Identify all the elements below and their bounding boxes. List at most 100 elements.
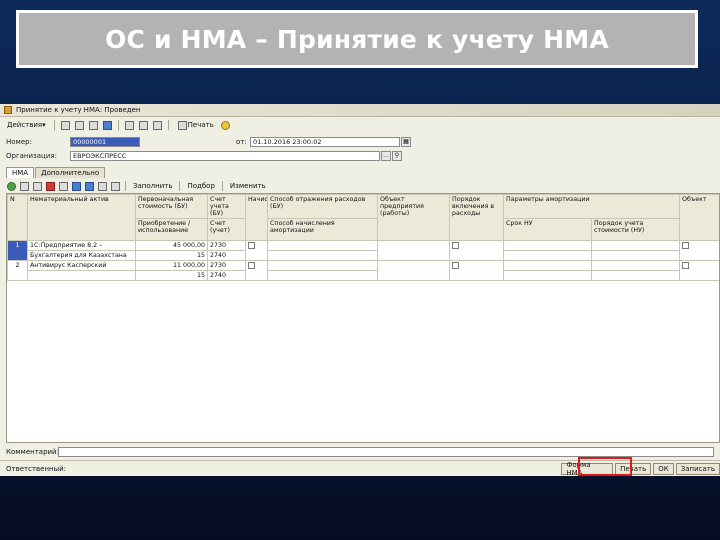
col-expense-method[interactable]: Способ отражения расходов (БУ) xyxy=(267,194,378,219)
cell-account[interactable]: 2730 xyxy=(207,260,246,271)
table-row[interactable]: Бухгалтерия для Казахстана 15 2740 xyxy=(8,250,720,261)
cell-name[interactable]: 1С:Предприятие 8.2 – xyxy=(27,240,136,251)
col-n[interactable]: N xyxy=(7,194,28,241)
report-icon[interactable] xyxy=(152,120,162,130)
cell-name[interactable]: Антивирус Касперский xyxy=(27,260,136,271)
calendar-icon[interactable]: ▦ xyxy=(401,136,411,147)
cell-amort3[interactable] xyxy=(503,270,592,281)
add-icon[interactable] xyxy=(7,181,16,191)
col-object2[interactable]: Объект xyxy=(679,194,719,241)
col-amort-method[interactable]: Способ начисления амортизации xyxy=(267,218,378,241)
cell-cost[interactable]: 45 000,00 xyxy=(135,240,208,251)
cell-accrue[interactable] xyxy=(245,240,268,261)
printer-icon xyxy=(177,120,187,130)
tab-additional[interactable]: Дополнительно xyxy=(35,167,106,178)
col-term-nu[interactable]: Срок НУ xyxy=(503,218,592,241)
ok-button[interactable]: ОК xyxy=(653,462,674,475)
actions-menu-button[interactable]: Действия ▾ xyxy=(4,120,49,131)
table-row[interactable]: 1 1С:Предприятие 8.2 – 45 000,00 2730 xyxy=(7,240,719,261)
change-button[interactable]: Изменить xyxy=(227,181,269,192)
cell-amort4[interactable] xyxy=(590,250,681,261)
fill-button[interactable]: Заполнить xyxy=(130,181,175,192)
move-down-icon[interactable] xyxy=(85,181,94,191)
cell-object2[interactable] xyxy=(679,260,719,281)
save-icon[interactable] xyxy=(60,120,70,130)
cell-amort4[interactable] xyxy=(590,270,681,281)
window-title: Принятие к учету НМА: Проведен xyxy=(16,106,141,114)
toolbar-separator xyxy=(53,120,55,130)
row-number: 2 xyxy=(7,260,28,281)
structure-icon[interactable] xyxy=(124,120,134,130)
dt-kt-icon[interactable] xyxy=(138,120,148,130)
cell-amort3[interactable] xyxy=(503,250,592,261)
cell-object[interactable] xyxy=(377,240,450,261)
window-titlebar: Принятие к учету НМА: Проведен xyxy=(0,104,720,117)
cell-account2[interactable]: 2740 xyxy=(207,270,246,281)
delete-icon[interactable] xyxy=(46,181,55,191)
toolbar-separator xyxy=(167,120,169,130)
cell-name2[interactable] xyxy=(27,270,136,281)
col-cost-order-nu[interactable]: Порядок учета стоимости (НУ) xyxy=(590,218,681,241)
cell-amort1[interactable] xyxy=(503,240,592,251)
post-icon[interactable] xyxy=(102,120,112,130)
cell-cost2[interactable]: 15 xyxy=(135,270,208,281)
print-icon[interactable] xyxy=(74,120,84,130)
organization-input[interactable]: ЕВРОЭКСПРЕСС xyxy=(70,150,380,161)
col-amortization[interactable]: Параметры амортизации xyxy=(502,194,681,219)
comment-input[interactable] xyxy=(58,446,714,457)
checkbox[interactable] xyxy=(248,262,255,269)
col-account2[interactable]: Счет (учет) xyxy=(207,218,246,241)
copy-icon[interactable] xyxy=(88,120,98,130)
move-up-icon[interactable] xyxy=(72,181,81,191)
table-header-row: N Нематериальный актив Первоначальная ст… xyxy=(7,194,719,241)
checkbox[interactable] xyxy=(682,262,690,269)
col-acquisition[interactable]: Приобретение / использование xyxy=(135,218,208,241)
cell-name2[interactable]: Бухгалтерия для Казахстана xyxy=(27,250,136,261)
sort-asc-icon[interactable] xyxy=(98,181,107,191)
end-edit-icon[interactable] xyxy=(59,181,68,191)
col-object[interactable]: Объект предприятия (работы) xyxy=(377,194,450,241)
cell-expense[interactable] xyxy=(267,260,378,271)
cell-inclusion[interactable] xyxy=(449,260,504,281)
cell-amort2[interactable] xyxy=(590,260,681,271)
col-cost[interactable]: Первоначальная стоимость (БУ) xyxy=(135,194,208,219)
slide-title-box: ОС и НМА – Принятие к учету НМА xyxy=(16,10,698,68)
cell-expense[interactable] xyxy=(267,240,378,251)
edit-icon[interactable] xyxy=(33,181,42,191)
tab-nma[interactable]: НМА xyxy=(6,167,35,178)
cell-amort2[interactable] xyxy=(590,240,681,251)
cell-amort1[interactable] xyxy=(503,260,592,271)
cell-cost[interactable]: 11 000,00 xyxy=(135,260,208,271)
table-row[interactable]: 2 Антивирус Касперский 11 000,00 2730 xyxy=(7,260,719,281)
checkbox[interactable] xyxy=(452,262,459,269)
date-input[interactable]: 01.10.2016 23:00:02 xyxy=(250,136,400,147)
cell-expense2[interactable] xyxy=(267,270,378,281)
col-account[interactable]: Счет учета (БУ) xyxy=(207,194,246,219)
col-accrue[interactable]: Начислять xyxy=(245,194,268,241)
print-button[interactable]: Печать xyxy=(174,120,217,131)
cell-object[interactable] xyxy=(377,260,450,281)
toolbar-separator xyxy=(117,120,119,130)
cell-account[interactable]: 2730 xyxy=(207,240,246,251)
checkbox[interactable] xyxy=(452,242,459,249)
cell-inclusion[interactable] xyxy=(449,240,504,261)
number-input[interactable]: 00000001 xyxy=(70,136,140,147)
cell-account2[interactable]: 2740 xyxy=(207,250,246,261)
write-button[interactable]: Записать xyxy=(675,462,720,475)
col-nma[interactable]: Нематериальный актив xyxy=(27,194,136,241)
search-icon[interactable]: ⚲ xyxy=(392,150,402,161)
cell-object2[interactable] xyxy=(679,240,719,261)
checkbox[interactable] xyxy=(682,242,690,249)
cell-expense2[interactable] xyxy=(267,250,378,261)
cell-cost2[interactable]: 15 xyxy=(135,250,208,261)
checkbox[interactable] xyxy=(248,242,255,249)
col-inclusion[interactable]: Порядок включения в расходы xyxy=(449,194,504,241)
copy-row-icon[interactable] xyxy=(20,181,29,191)
app-icon xyxy=(4,106,12,114)
select-button[interactable]: … xyxy=(381,150,391,161)
selection-button[interactable]: Подбор xyxy=(184,181,217,192)
help-icon[interactable] xyxy=(220,120,230,130)
sort-desc-icon[interactable] xyxy=(111,181,120,191)
table-row[interactable]: 15 2740 xyxy=(8,270,720,281)
cell-accrue[interactable] xyxy=(245,260,268,281)
